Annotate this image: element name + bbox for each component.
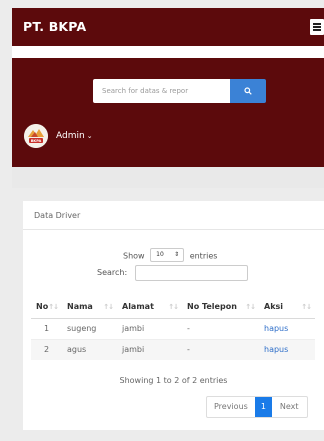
pagination: Previous 1 Next [206,396,308,418]
search-button[interactable] [230,79,266,103]
table-search: Search: [97,265,248,281]
hapus-link[interactable]: hapus [264,324,288,333]
show-entries: Show 10 ⇕ entries [123,248,218,263]
table-header-row: No ↑↓ Nama ↑↓ Alamat ↑↓ No Telepon ↑↓ Aksi ↑↓ [31,296,315,319]
card-title: Data Driver [34,211,81,220]
content-gap [12,167,324,188]
column-header-telepon[interactable]: No Telepon ↑↓ [182,296,259,319]
hapus-link[interactable]: hapus [264,345,288,354]
sidebar-search [93,79,266,103]
table-search-label: Search: [97,268,128,277]
cell-telepon: - [182,317,259,339]
driver-table: No ↑↓ Nama ↑↓ Alamat ↑↓ No Telepon ↑↓ Aksi ↑↓… [31,296,315,360]
user-name: Admin [56,131,85,141]
table-info: Showing 1 to 2 of 2 entries [119,376,228,385]
sort-icon: ↑↓ [48,303,59,311]
cell-alamat: jambi [117,317,182,339]
company-logo-avatar: BKPA [24,124,48,148]
show-label: Show [123,251,145,261]
cell-nama: agus [62,338,117,360]
sort-icon: ↑↓ [245,303,256,311]
logo-text: BKPA [31,139,42,143]
sidebar-panel: BKPA Admin⌄ [12,58,324,167]
brand-name[interactable]: PT. BKPA [23,19,86,34]
entries-value: 10 [156,251,164,258]
next-page-button[interactable]: Next [272,397,307,417]
page-1-button[interactable]: 1 [254,397,272,417]
column-header-alamat[interactable]: Alamat ↑↓ [117,296,182,319]
select-arrows-icon: ⇕ [174,251,180,258]
chevron-down-icon: ⌄ [86,132,93,140]
cell-no: 1 [31,317,62,339]
top-navbar: PT. BKPA [12,8,324,46]
column-header-nama[interactable]: Nama ↑↓ [62,296,117,319]
cell-aksi: hapus [259,317,315,339]
cell-alamat: jambi [117,338,182,360]
cell-nama: sugeng [62,317,117,339]
table-search-input[interactable] [135,265,248,281]
entries-select[interactable]: 10 ⇕ [150,248,185,262]
sort-icon: ↑↓ [168,303,179,311]
cell-telepon: - [182,338,259,360]
search-icon [244,87,252,95]
column-header-no[interactable]: No ↑↓ [31,296,62,319]
entries-label: entries [189,251,218,261]
data-driver-card: Data Driver Show 10 ⇕ entries Search: No ↑… [23,201,324,430]
cell-no: 2 [31,338,62,360]
column-header-aksi[interactable]: Aksi ↑↓ [259,296,315,319]
previous-page-button[interactable]: Previous [207,397,255,417]
sort-icon: ↑↓ [103,303,114,311]
table-row: 1 sugeng jambi - hapus [31,317,315,339]
hamburger-menu-icon[interactable] [310,19,324,35]
table-row: 2 agus jambi - hapus [31,338,315,360]
sort-icon: ↑↓ [301,303,312,311]
search-input[interactable] [93,79,230,103]
navbar-strip [12,46,324,58]
card-divider [23,229,324,230]
cell-aksi: hapus [259,338,315,360]
